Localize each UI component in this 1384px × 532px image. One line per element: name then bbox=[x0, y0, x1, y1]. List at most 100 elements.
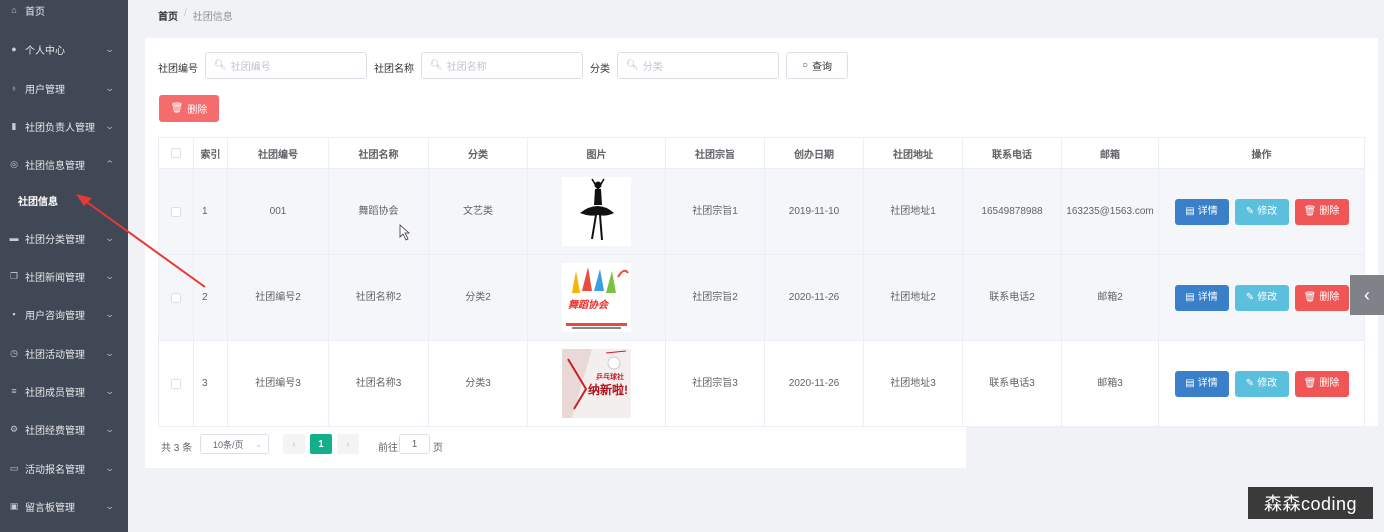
search-icon: ○ bbox=[801, 60, 809, 71]
cell-index: 1 bbox=[194, 169, 228, 255]
sidebar-item-personal[interactable]: ● 个人中心 ⌄ bbox=[0, 35, 128, 63]
cell-email: 邮箱3 bbox=[1062, 341, 1159, 427]
edit-button[interactable]: ✎ 修改 bbox=[1234, 198, 1289, 225]
sidebar-item-label: 个人中心 bbox=[25, 45, 65, 57]
pencil-icon: ✎ bbox=[1245, 377, 1255, 389]
chevron-down-icon: ⌄ bbox=[104, 385, 116, 396]
header-actions: 操作 bbox=[1159, 138, 1364, 169]
header-index: 索引 bbox=[194, 138, 228, 169]
edit-button[interactable]: ✎ 修改 bbox=[1234, 370, 1289, 397]
cell-name: 舞蹈协会 bbox=[329, 169, 429, 255]
edit-label: 修改 bbox=[1257, 205, 1278, 217]
cell-name: 社团名称2 bbox=[329, 255, 429, 341]
sidebar-item-users[interactable]: ♁ 用户管理 ⌄ bbox=[0, 74, 128, 102]
goto-prefix: 前往 bbox=[378, 443, 398, 454]
category-input[interactable]: 🔍︎ 分类 bbox=[617, 52, 779, 79]
cell-index: 3 bbox=[194, 341, 228, 427]
club-id-label: 社团编号 bbox=[158, 64, 198, 75]
box-icon: ▣ bbox=[9, 500, 19, 511]
detail-button[interactable]: ▤ 详情 bbox=[1174, 370, 1229, 397]
goto-page-input[interactable]: 1 bbox=[399, 434, 430, 454]
cell-purpose: 社团宗旨1 bbox=[666, 169, 765, 255]
header-image: 图片 bbox=[528, 138, 666, 169]
trash-icon: 🗑︎ bbox=[1303, 205, 1317, 217]
sidebar-item-consult[interactable]: ▪ 用户咨询管理 ⌄ bbox=[0, 300, 128, 328]
select-all-checkbox[interactable] bbox=[171, 148, 181, 158]
delete-button[interactable]: 🗑︎ 删除 bbox=[1294, 198, 1349, 225]
edit-button[interactable]: ✎ 修改 bbox=[1234, 284, 1289, 311]
cell-phone: 16549878988 bbox=[963, 169, 1062, 255]
chevron-down-icon: ⌄ bbox=[104, 462, 116, 473]
cell-actions: ▤ 详情 ✎ 修改 🗑︎ 删除 bbox=[1159, 341, 1364, 427]
cell-category: 分类3 bbox=[429, 341, 528, 427]
page-size-select[interactable]: 10条/页 ⌄ bbox=[200, 434, 269, 454]
detail-button[interactable]: ▤ 详情 bbox=[1174, 198, 1229, 225]
mic-icon: ♁ bbox=[10, 83, 18, 93]
search-icon: 🔍︎ bbox=[214, 60, 227, 71]
user-icon: ● bbox=[11, 44, 17, 54]
sidebar-item-funds[interactable]: ⚙ 社团经费管理 ⌄ bbox=[0, 415, 128, 443]
cell-phone: 联系电话2 bbox=[963, 255, 1062, 341]
delete-button[interactable]: 🗑︎ 删除 bbox=[1294, 370, 1349, 397]
cell-phone: 联系电话3 bbox=[963, 341, 1062, 427]
breadcrumb-separator: / bbox=[184, 8, 187, 19]
detail-button[interactable]: ▤ 详情 bbox=[1174, 284, 1229, 311]
chevron-left-icon: ‹ bbox=[1364, 284, 1370, 305]
chevron-up-icon: ⌃ bbox=[104, 158, 116, 169]
cell-name: 社团名称3 bbox=[329, 341, 429, 427]
club-table: 索引 社团编号 社团名称 分类 图片 社团宗旨 创办日期 社团地址 联系电话 邮… bbox=[158, 137, 1365, 427]
query-button[interactable]: ○ 查询 bbox=[786, 52, 848, 79]
club-id-placeholder: 社团编号 bbox=[230, 62, 271, 73]
sidebar-item-home[interactable]: ⌂ 首页 bbox=[0, 0, 128, 24]
category-placeholder: 分类 bbox=[642, 62, 663, 73]
breadcrumb-home[interactable]: 首页 bbox=[158, 8, 178, 23]
header-name: 社团名称 bbox=[329, 138, 429, 169]
search-icon: 🔍︎ bbox=[430, 60, 443, 71]
sidebar-item-members[interactable]: ≡ 社团成员管理 ⌄ bbox=[0, 377, 128, 405]
club-name-input[interactable]: 🔍︎ 社团名称 bbox=[421, 52, 583, 79]
sidebar-item-activity[interactable]: ◷ 社团活动管理 ⌄ bbox=[0, 339, 128, 367]
sidebar-item-label: 首页 bbox=[25, 6, 45, 18]
chevron-down-icon: ⌄ bbox=[104, 82, 116, 93]
collapse-panel-button[interactable]: ‹ bbox=[1350, 275, 1384, 315]
row-checkbox[interactable] bbox=[171, 378, 181, 389]
cell-image bbox=[528, 169, 666, 255]
page-number-current[interactable]: 1 bbox=[310, 434, 332, 454]
chevron-down-icon: ⌄ bbox=[104, 120, 116, 131]
sidebar-subitem-club-info[interactable]: 社团信息 bbox=[0, 186, 128, 214]
club-id-input[interactable]: 🔍︎ 社团编号 bbox=[205, 52, 367, 79]
sidebar-item-guestbook[interactable]: ▣ 留言板管理 ⌄ bbox=[0, 492, 128, 520]
pencil-icon: ✎ bbox=[1245, 291, 1255, 303]
cell-code: 社团编号2 bbox=[228, 255, 329, 341]
clock-icon: ◷ bbox=[10, 347, 18, 358]
row-select bbox=[159, 255, 194, 341]
sidebar-item-category[interactable]: ▬ 社团分类管理 ⌄ bbox=[0, 224, 128, 252]
cell-image: 乒乓球社 纳新啦! bbox=[528, 341, 666, 427]
row-checkbox[interactable] bbox=[171, 206, 181, 217]
club-image-hands: 舞蹈协会 bbox=[562, 263, 631, 332]
edit-label: 修改 bbox=[1257, 377, 1278, 389]
copy-icon: ❐ bbox=[9, 270, 19, 281]
gear-icon: ⚙ bbox=[9, 423, 19, 434]
batch-delete-button[interactable]: 🗑︎ 删除 bbox=[159, 95, 219, 122]
delete-button[interactable]: 🗑︎ 删除 bbox=[1294, 284, 1349, 311]
sidebar-item-label: 用户管理 bbox=[25, 84, 65, 96]
header-select bbox=[159, 138, 194, 169]
sidebar-item-label: 活动报名管理 bbox=[25, 464, 85, 476]
header-purpose: 社团宗旨 bbox=[666, 138, 765, 169]
sidebar-item-news[interactable]: ❐ 社团新闻管理 ⌄ bbox=[0, 262, 128, 290]
sidebar-item-club-info-mgmt[interactable]: ◎ 社团信息管理 ⌃ bbox=[0, 150, 128, 178]
delete-label: 删除 bbox=[1319, 377, 1340, 389]
prev-page-button[interactable]: ‹ bbox=[283, 434, 305, 454]
trash-icon: 🗑︎ bbox=[1303, 377, 1317, 389]
sidebar-item-signup[interactable]: ▭ 活动报名管理 ⌄ bbox=[0, 454, 128, 482]
row-checkbox[interactable] bbox=[171, 292, 181, 303]
breadcrumb-current: 社团信息 bbox=[192, 12, 233, 23]
sidebar-item-leaders[interactable]: ▮ 社团负责人管理 ⌄ bbox=[0, 112, 128, 140]
next-page-button[interactable]: › bbox=[337, 434, 359, 454]
chevron-down-icon: ⌄ bbox=[104, 308, 116, 319]
delete-label: 删除 bbox=[1319, 205, 1340, 217]
sidebar-item-label: 社团成员管理 bbox=[25, 387, 85, 399]
sidebar-item-label: 留言板管理 bbox=[25, 502, 75, 514]
cell-code: 社团编号3 bbox=[228, 341, 329, 427]
